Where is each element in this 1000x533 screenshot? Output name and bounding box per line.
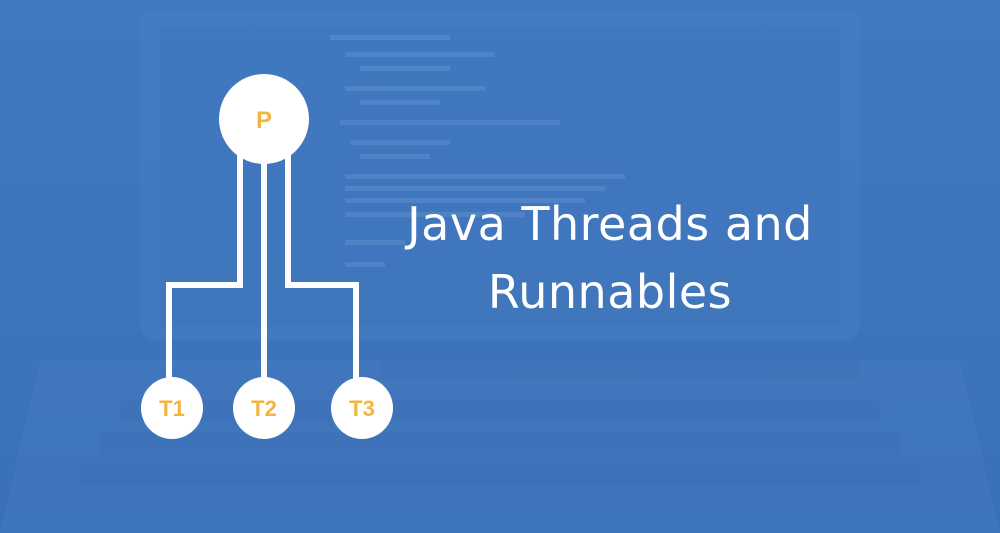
parent-node: P [219,74,309,164]
connector-p-t1 [166,150,243,380]
thread-node-t1-label: T1 [159,396,185,421]
parent-node-label: P [256,107,272,134]
banner-title: Java Threads and Runnables [360,190,860,326]
thread-node-t2: T2 [233,377,295,439]
banner-title-line-1: Java Threads and [407,197,813,251]
thread-node-t3-label: T3 [349,396,375,421]
banner-title-line-2: Runnables [487,265,733,319]
thread-node-t1: T1 [141,377,203,439]
connector-p-t3 [285,150,359,380]
thread-node-t2-label: T2 [251,396,277,421]
thread-node-t3: T3 [331,377,393,439]
banner: P T1 T2 T3 Java Threads and Runnables [0,0,1000,533]
